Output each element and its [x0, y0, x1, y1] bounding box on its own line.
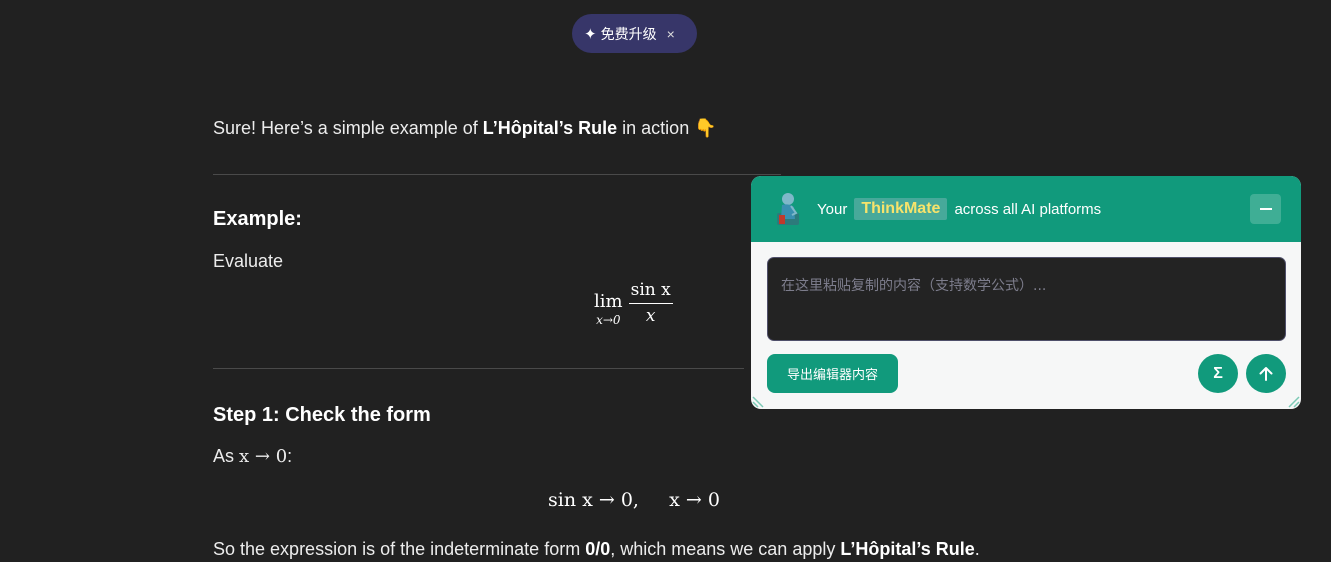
resize-handle-right[interactable] [1279, 387, 1301, 409]
divider [213, 368, 744, 369]
intro-bold: L’Hôpital’s Rule [482, 118, 618, 138]
resize-handle-left[interactable] [751, 387, 773, 409]
paste-input[interactable]: 在这里粘贴复制的内容（支持数学公式）... [767, 257, 1286, 341]
thinker-avatar-icon [777, 193, 799, 225]
intro-paragraph: Sure! Here’s a simple example of L’Hôpit… [213, 116, 717, 140]
minus-icon [1259, 208, 1272, 210]
as-text: As [213, 446, 240, 466]
conclusion-paragraph: So the expression is of the indeterminat… [213, 537, 980, 561]
sigma-icon: Σ [1213, 364, 1223, 382]
divider [213, 174, 781, 175]
thinkmate-panel: Your ThinkMate across all AI platforms 在… [751, 176, 1301, 409]
fraction-numerator: sin x [628, 280, 673, 304]
conclusion-text-mid: , which means we can apply [610, 539, 841, 559]
sparkle-icon: ✦ [584, 25, 597, 43]
conclusion-text: So the expression is of the indeterminat… [213, 539, 586, 559]
lim-subscript: x→0 [596, 313, 621, 327]
pointing-down-icon: 👇 [694, 118, 717, 138]
step1-heading: Step 1: Check the form [213, 404, 431, 426]
equation-limits: sin x → 0, x → 0 [548, 489, 720, 511]
minimize-button[interactable] [1250, 194, 1281, 224]
formula-button[interactable]: Σ [1198, 354, 1238, 393]
fraction-denominator: x [645, 306, 656, 326]
intro-text-post: in action [617, 118, 695, 138]
export-editor-button[interactable]: 导出编辑器内容 [767, 354, 898, 393]
arrow-up-icon [1259, 366, 1273, 381]
as-paragraph: As x → 0: [213, 444, 292, 469]
conclusion-bold-form: 0/0 [585, 539, 611, 559]
as-math: x → 0 [239, 446, 288, 467]
example-heading: Example: [213, 208, 302, 230]
upgrade-label: 免费升级 [600, 25, 657, 42]
title-pre: Your [817, 200, 848, 218]
upgrade-pill[interactable]: ✦ 免费升级 × [572, 14, 697, 53]
conclusion-text-post: . [974, 539, 980, 559]
lim-operator: lim [594, 291, 623, 312]
evaluate-text: Evaluate [213, 251, 284, 271]
as-colon: : [287, 446, 293, 466]
title-post: across all AI platforms [954, 200, 1102, 218]
close-icon[interactable]: × [667, 26, 675, 42]
intro-text: Sure! Here’s a simple example of [213, 118, 483, 138]
conclusion-bold-rule: L’Hôpital’s Rule [840, 539, 975, 559]
limit-expression: lim x→0 sin x x [594, 280, 673, 327]
thinkmate-header: Your ThinkMate across all AI platforms [751, 176, 1301, 242]
brand-label: ThinkMate [854, 198, 948, 220]
thinkmate-title: Your ThinkMate across all AI platforms [817, 198, 1101, 220]
